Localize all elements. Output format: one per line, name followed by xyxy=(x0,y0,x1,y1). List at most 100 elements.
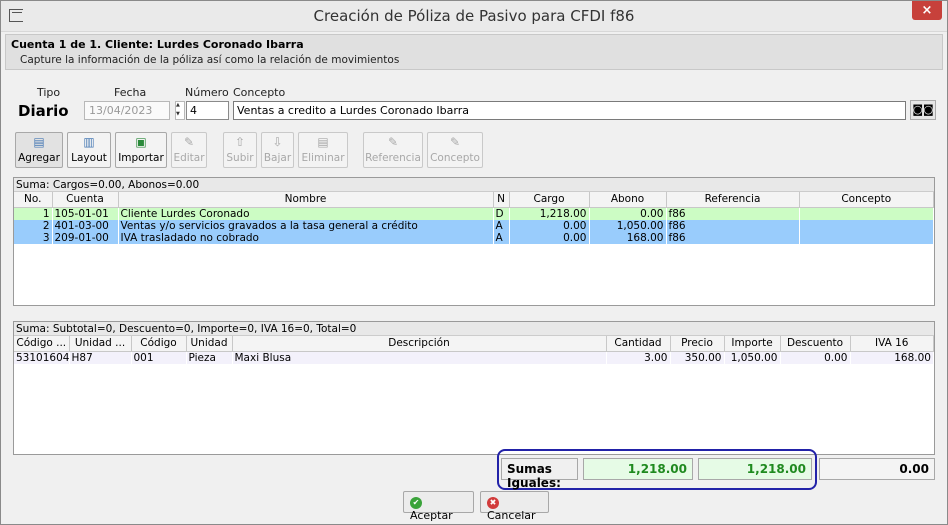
bajar-button[interactable]: ⇩ Bajar xyxy=(261,132,294,168)
column-header[interactable]: Cantidad xyxy=(606,336,671,352)
binoculars-search-button[interactable]: ◙◙ xyxy=(910,100,936,120)
cell-importe: 1,050.00 xyxy=(724,351,781,364)
cell-cargo: 1,218.00 xyxy=(509,207,590,220)
cell-cuenta: 105-01-01 xyxy=(52,207,119,220)
delete-row-icon: ▤ xyxy=(317,135,329,149)
cell-concepto xyxy=(799,219,934,232)
items-table: Código ... Unidad ... Código Unidad Descripc… xyxy=(14,336,934,364)
cell-cantidad: 3.00 xyxy=(606,351,671,364)
movements-summary: Suma: Cargos=0.00, Abonos=0.00 xyxy=(14,178,934,192)
subir-label: Subir xyxy=(226,152,254,164)
check-icon: ✔ xyxy=(410,497,422,509)
cell-unidad_sat: H87 xyxy=(69,351,132,364)
column-header[interactable]: Unidad ... xyxy=(69,336,132,352)
column-header[interactable]: Descuento xyxy=(780,336,851,352)
editar-label: Editar xyxy=(173,152,205,164)
agregar-button[interactable]: ▤ Agregar xyxy=(15,132,63,168)
add-row-icon: ▤ xyxy=(33,135,45,149)
movements-panel: Suma: Cargos=0.00, Abonos=0.00 No. Cuenta… xyxy=(13,177,935,306)
fecha-value: 13/04/2023 xyxy=(89,104,153,117)
cancelar-label: Cancelar xyxy=(487,509,536,522)
total-cargos: 1,218.00 xyxy=(583,458,693,480)
cell-ref: f86 xyxy=(666,207,800,220)
cell-no: 1 xyxy=(14,207,53,220)
eliminar-button[interactable]: ▤ Eliminar xyxy=(298,132,348,168)
column-header[interactable]: Referencia xyxy=(666,192,800,208)
column-header[interactable]: No. xyxy=(14,192,53,208)
cell-no: 2 xyxy=(14,219,53,232)
cell-codigo: 001 xyxy=(131,351,187,364)
column-header[interactable]: Nombre xyxy=(118,192,494,208)
concepto-button-label: Concepto xyxy=(430,152,480,164)
edit-icon: ✎ xyxy=(183,135,195,149)
column-header[interactable]: Cuenta xyxy=(52,192,119,208)
cell-ref: f86 xyxy=(666,231,800,244)
numero-label: Número xyxy=(185,86,229,99)
column-header[interactable]: Código ... xyxy=(14,336,70,352)
fecha-label: Fecha xyxy=(114,86,147,99)
item-row[interactable]: 53101604 H87 001 Pieza Maxi Blusa 3.00 350.00 1… xyxy=(14,351,934,364)
info-header: Cuenta 1 de 1. Cliente: Lurdes Coronado … xyxy=(5,34,943,70)
column-header[interactable]: IVA 16 xyxy=(850,336,934,352)
agregar-label: Agregar xyxy=(18,152,60,164)
importar-button[interactable]: ▣ Importar xyxy=(115,132,167,168)
excel-icon: ▣ xyxy=(135,135,147,149)
tipo-label: Tipo xyxy=(37,86,61,99)
cell-abono: 1,050.00 xyxy=(589,219,667,232)
cell-unidad: Pieza xyxy=(186,351,233,364)
title-bar[interactable]: Creación de Póliza de Pasivo para CFDI f… xyxy=(1,1,947,32)
movement-row[interactable]: 1 105-01-01 Cliente Lurdes Coronado D 1,218.… xyxy=(14,207,934,220)
cell-n: A xyxy=(493,231,510,244)
subir-button[interactable]: ⇧ Subir xyxy=(223,132,257,168)
fecha-field[interactable]: 13/04/2023 ▼ xyxy=(84,101,250,120)
dialog-window: Creación de Póliza de Pasivo para CFDI f… xyxy=(0,0,948,525)
aceptar-button[interactable]: ✔Aceptar xyxy=(403,491,474,522)
cell-descripcion: Maxi Blusa xyxy=(232,351,607,364)
cell-n: D xyxy=(493,207,510,220)
column-header[interactable]: Unidad xyxy=(186,336,233,352)
aceptar-label: Aceptar xyxy=(410,509,453,522)
numero-spinner[interactable] xyxy=(175,101,185,120)
movements-table: No. Cuenta Nombre N Cargo Abono Referencia Conc… xyxy=(14,192,934,244)
arrow-up-icon: ⇧ xyxy=(234,135,246,149)
close-button[interactable]: × xyxy=(912,1,942,20)
cell-ref: f86 xyxy=(666,219,800,232)
column-header[interactable]: Concepto xyxy=(799,192,934,208)
column-header[interactable]: Abono xyxy=(589,192,667,208)
layout-label: Layout xyxy=(71,152,107,164)
concept-icon: ✎ xyxy=(449,135,461,149)
cell-nombre: IVA trasladado no cobrado xyxy=(118,231,494,244)
concepto-input[interactable]: Ventas a credito a Lurdes Coronado Ibarr… xyxy=(233,101,906,120)
arrow-down-icon: ⇩ xyxy=(272,135,283,149)
numero-input[interactable]: 4 xyxy=(186,101,229,120)
tipo-value: Diario xyxy=(18,102,69,120)
cell-codigo_sat: 53101604 xyxy=(14,351,70,364)
movement-row[interactable]: 2 401-03-00 Ventas y/o servicios gravados … xyxy=(14,219,934,232)
layout-icon: ▥ xyxy=(83,135,95,149)
cancelar-button[interactable]: ✖Cancelar xyxy=(480,491,549,522)
editar-button[interactable]: ✎ Editar xyxy=(171,132,207,168)
total-diferencia: 0.00 xyxy=(819,458,935,480)
items-summary: Suma: Subtotal=0, Descuento=0, Importe=0… xyxy=(14,322,934,336)
column-header[interactable]: Cargo xyxy=(509,192,590,208)
cell-n: A xyxy=(493,219,510,232)
layout-button[interactable]: ▥ Layout xyxy=(67,132,111,168)
items-panel: Suma: Subtotal=0, Descuento=0, Importe=0… xyxy=(13,321,935,455)
binoculars-icon: ◙◙ xyxy=(912,103,934,116)
column-header[interactable]: Descripción xyxy=(232,336,607,352)
column-header[interactable]: Precio xyxy=(670,336,725,352)
referencia-button[interactable]: ✎ Referencia xyxy=(363,132,423,168)
column-header[interactable]: N xyxy=(493,192,510,208)
column-header[interactable]: Importe xyxy=(724,336,781,352)
cell-concepto xyxy=(799,231,934,244)
column-header[interactable]: Código xyxy=(131,336,187,352)
cell-cargo: 0.00 xyxy=(509,231,590,244)
cell-abono: 168.00 xyxy=(589,231,667,244)
cell-cuenta: 209-01-00 xyxy=(52,231,119,244)
concepto-label: Concepto xyxy=(233,86,286,99)
movement-row[interactable]: 3 209-01-00 IVA trasladado no cobrado A 0.00… xyxy=(14,231,934,244)
concepto-button[interactable]: ✎ Concepto xyxy=(427,132,483,168)
header-title: Cuenta 1 de 1. Cliente: Lurdes Coronado … xyxy=(11,38,304,51)
cell-cargo: 0.00 xyxy=(509,219,590,232)
total-abonos: 1,218.00 xyxy=(698,458,812,480)
